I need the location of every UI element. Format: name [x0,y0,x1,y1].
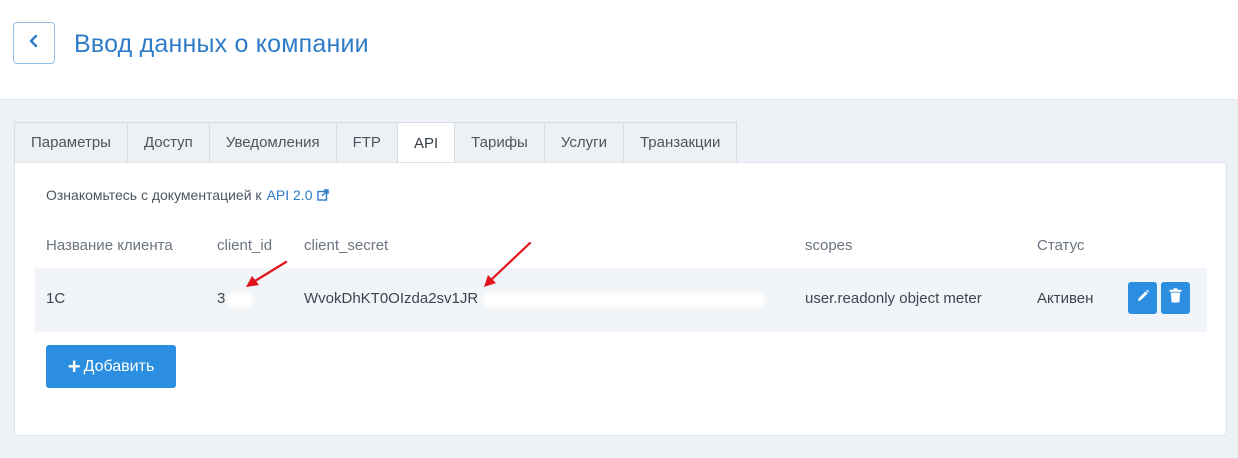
table-row: 1C 3 WvokDhKT0OIzda2sv1JR user.readonly … [35,268,1207,332]
tab-transactions[interactable]: Транзакции [622,122,738,163]
tab-tariffs[interactable]: Тарифы [454,122,544,163]
redaction-mask-secret [483,292,765,308]
header-client-secret: client_secret [304,237,389,254]
trash-icon [1169,288,1182,308]
cell-client-name: 1C [46,290,66,307]
header-client-name: Название клиента [46,237,173,254]
header-client-id: client_id [217,237,273,254]
add-client-button[interactable]: + Добавить [46,345,176,388]
cell-client-secret: WvokDhKT0OIzda2sv1JR [304,290,479,307]
delete-button[interactable] [1161,282,1190,314]
cell-client-id: 3 [217,290,226,307]
back-button[interactable] [13,22,55,64]
pencil-icon [1136,289,1150,308]
header-status: Статус [1037,237,1085,254]
docs-link[interactable]: API 2.0 [267,187,313,203]
header-scopes: scopes [805,237,853,254]
tab-api[interactable]: API [396,122,455,164]
page-header: Ввод данных о компании [0,0,1238,100]
tab-ftp[interactable]: FTP [335,122,397,163]
tab-bar: Параметры Доступ Уведомления FTP API Тар… [14,122,738,164]
page-title: Ввод данных о компании [74,30,369,58]
plus-icon: + [67,353,81,379]
add-button-label: Добавить [83,357,155,375]
api-panel: Ознакомьтесь с документацией к API 2.0 Н… [14,162,1227,436]
tab-parameters[interactable]: Параметры [14,122,127,163]
chevron-left-icon [28,34,40,53]
docs-line: Ознакомьтесь с документацией к API 2.0 [46,187,330,203]
external-link-icon[interactable] [317,189,330,201]
cell-scopes: user.readonly object meter [805,290,982,307]
tab-notifications[interactable]: Уведомления [208,122,336,163]
edit-button[interactable] [1128,282,1157,314]
docs-text: Ознакомьтесь с документацией к [46,187,262,203]
tab-access[interactable]: Доступ [126,122,209,163]
redaction-mask-id [227,292,253,308]
tab-services[interactable]: Услуги [543,122,623,163]
cell-status: Активен [1037,290,1094,307]
